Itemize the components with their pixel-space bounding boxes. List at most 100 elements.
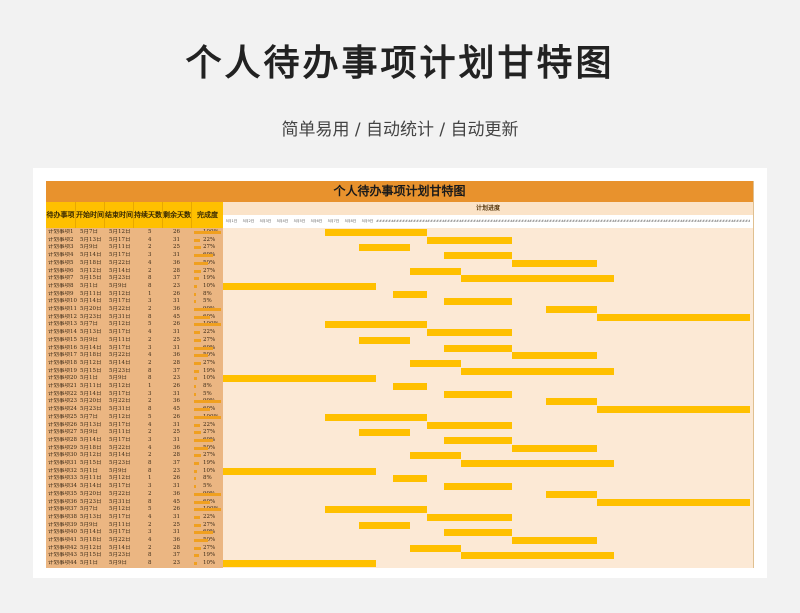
- gantt-bar[interactable]: [359, 521, 410, 529]
- gantt-bar[interactable]: [223, 560, 376, 568]
- gantt-bar[interactable]: [444, 529, 512, 537]
- table-row[interactable]: 计划事项245月23日5月31日84560%: [46, 406, 223, 414]
- gantt-bar[interactable]: [359, 429, 410, 437]
- table-row[interactable]: 计划事项355月20日5月22日23699%: [46, 491, 223, 499]
- table-row[interactable]: 计划事项235月20日5月22日23699%: [46, 398, 223, 406]
- table-row[interactable]: 计划事项10 5月14日 5月17日 3 31 5%: [46, 298, 223, 306]
- gantt-bar[interactable]: [597, 313, 750, 321]
- col-header-progress[interactable]: 完成度: [192, 202, 223, 228]
- col-header-remaining[interactable]: 剩余天数: [163, 202, 192, 228]
- gantt-bar[interactable]: [223, 282, 376, 290]
- table-row[interactable]: 计划事项41 5月18日 5月22日 4 36 50%: [46, 537, 223, 545]
- gantt-bar[interactable]: [325, 321, 427, 329]
- table-row[interactable]: 计划事项375月7日5月12日526100%: [46, 506, 223, 514]
- gantt-bar[interactable]: [444, 436, 512, 444]
- table-row[interactable]: 计划事项6 5月12日 5月14日 2 28 27%: [46, 268, 223, 276]
- table-cell-dur: 5: [148, 229, 152, 235]
- table-row[interactable]: 计划事项365月23日5月31日84560%: [46, 499, 223, 507]
- gantt-bar[interactable]: [393, 383, 427, 390]
- gantt-bar[interactable]: [461, 367, 614, 375]
- col-header-start[interactable]: 开始时间: [76, 202, 105, 228]
- gantt-bar[interactable]: [410, 544, 461, 552]
- table-row[interactable]: 计划事项3 5月9日 5月11日 2 25 27%: [46, 244, 223, 252]
- gantt-bar[interactable]: [393, 290, 427, 298]
- table-row[interactable]: 计划事项27 5月9日 5月11日 2 25 27%: [46, 429, 223, 437]
- table-row[interactable]: 计划事项26 5月13日 5月17日 4 31 22%: [46, 422, 223, 430]
- table-row[interactable]: 计划事项2 5月13日 5月17日 4 31 22%: [46, 237, 223, 245]
- gantt-bar[interactable]: [546, 398, 597, 406]
- table-row[interactable]: 计划事项33 5月11日 5月12日 1 26 8%: [46, 475, 223, 483]
- table-row[interactable]: 计划事项32 5月1日 5月9日 8 23 10%: [46, 468, 223, 476]
- table-cell-dur: 8: [148, 498, 152, 505]
- table-row[interactable]: 计划事项9 5月11日 5月12日 1 26 8%: [46, 291, 223, 299]
- table-row[interactable]: 计划事项14 5月13日 5月17日 4 31 22%: [46, 329, 223, 337]
- table-cell-start: 5月14日: [80, 252, 102, 259]
- table-cell-rem: 23: [173, 467, 180, 474]
- table-row[interactable]: 计划事项5 5月18日 5月22日 4 36 50%: [46, 260, 223, 268]
- table-row[interactable]: 计划事项38 5月13日 5月17日 4 31 22%: [46, 514, 223, 522]
- gantt-bar[interactable]: [512, 444, 597, 452]
- gantt-bar[interactable]: [461, 460, 614, 467]
- gantt-bar[interactable]: [427, 421, 512, 429]
- table-row[interactable]: 计划事项22 5月14日 5月17日 3 31 5%: [46, 391, 223, 399]
- gantt-bar[interactable]: [427, 236, 512, 244]
- gantt-bar[interactable]: [461, 275, 614, 283]
- table-row[interactable]: 计划事项34 5月14日 5月17日 3 31 5%: [46, 483, 223, 491]
- table-row[interactable]: 计划事项405月14日5月17日33169%: [46, 529, 223, 537]
- table-row[interactable]: 计划事项19 5月15日 5月23日 8 37 19%: [46, 368, 223, 376]
- gantt-bar[interactable]: [461, 552, 614, 560]
- table-row[interactable]: 计划事项43 5月15日 5月23日 8 37 19%: [46, 552, 223, 560]
- gantt-bar[interactable]: [359, 244, 410, 252]
- table-row[interactable]: 计划事项15 5月9日 5月11日 2 25 27%: [46, 337, 223, 345]
- gantt-bar[interactable]: [444, 483, 512, 491]
- table-row[interactable]: 计划事项29 5月18日 5月22日 4 36 50%: [46, 445, 223, 453]
- table-row[interactable]: 计划事项30 5月12日 5月14日 2 28 27%: [46, 452, 223, 460]
- table-row[interactable]: 计划事项115月20日5月22日23699%: [46, 306, 223, 314]
- gantt-bar[interactable]: [325, 229, 427, 236]
- gantt-bar[interactable]: [512, 537, 597, 544]
- gantt-bar[interactable]: [427, 513, 512, 521]
- table-row[interactable]: 计划事项44 5月1日 5月9日 8 23 10%: [46, 560, 223, 568]
- gantt-bar[interactable]: [410, 452, 461, 460]
- table-row[interactable]: 计划事项15月7日5月12日526100%: [46, 229, 223, 237]
- table-row[interactable]: 计划事项31 5月15日 5月23日 8 37 19%: [46, 460, 223, 468]
- table-row[interactable]: 计划事项8 5月1日 5月9日 8 23 10%: [46, 283, 223, 291]
- gantt-bar[interactable]: [597, 498, 750, 506]
- gantt-bar[interactable]: [597, 406, 750, 414]
- gantt-bar[interactable]: [427, 329, 512, 337]
- gantt-bar[interactable]: [512, 259, 597, 267]
- col-header-end[interactable]: 结束时间: [105, 202, 134, 228]
- table-row[interactable]: 计划事项135月7日5月12日526100%: [46, 321, 223, 329]
- gantt-bar[interactable]: [410, 359, 461, 367]
- gantt-bar[interactable]: [325, 506, 427, 514]
- gantt-bar[interactable]: [325, 413, 427, 421]
- table-row[interactable]: 计划事项18 5月12日 5月14日 2 28 27%: [46, 360, 223, 368]
- col-header-task[interactable]: 待办事项: [46, 202, 76, 228]
- gantt-bar[interactable]: [410, 267, 461, 275]
- gantt-bar[interactable]: [223, 467, 376, 475]
- table-row[interactable]: 计划事项165月14日5月17日33169%: [46, 345, 223, 353]
- gantt-bar[interactable]: [444, 344, 512, 352]
- gantt-bar[interactable]: [444, 252, 512, 260]
- table-row[interactable]: 计划事项285月14日5月17日33169%: [46, 437, 223, 445]
- gantt-bar[interactable]: [546, 306, 597, 313]
- table-row[interactable]: 计划事项125月23日5月31日84560%: [46, 314, 223, 322]
- table-row[interactable]: 计划事项20 5月1日 5月9日 8 23 10%: [46, 375, 223, 383]
- gantt-bar[interactable]: [223, 375, 376, 383]
- table-row[interactable]: 计划事项45月14日5月17日33169%: [46, 252, 223, 260]
- table-row[interactable]: 计划事项21 5月11日 5月12日 1 26 8%: [46, 383, 223, 391]
- progress-bar: [194, 284, 197, 288]
- col-header-duration[interactable]: 持续天数: [134, 202, 163, 228]
- table-row[interactable]: 计划事项7 5月15日 5月23日 8 37 19%: [46, 275, 223, 283]
- table-row[interactable]: 计划事项17 5月18日 5月22日 4 36 50%: [46, 352, 223, 360]
- table-row[interactable]: 计划事项42 5月12日 5月14日 2 28 27%: [46, 545, 223, 553]
- gantt-bar[interactable]: [444, 390, 512, 398]
- table-row[interactable]: 计划事项39 5月9日 5月11日 2 25 27%: [46, 522, 223, 530]
- gantt-bar[interactable]: [393, 475, 427, 483]
- gantt-bar[interactable]: [512, 352, 597, 360]
- table-cell-rem: 31: [173, 483, 180, 490]
- gantt-bar[interactable]: [444, 298, 512, 306]
- gantt-bar[interactable]: [359, 336, 410, 344]
- table-row[interactable]: 计划事项255月7日5月12日526100%: [46, 414, 223, 422]
- gantt-bar[interactable]: [546, 490, 597, 498]
